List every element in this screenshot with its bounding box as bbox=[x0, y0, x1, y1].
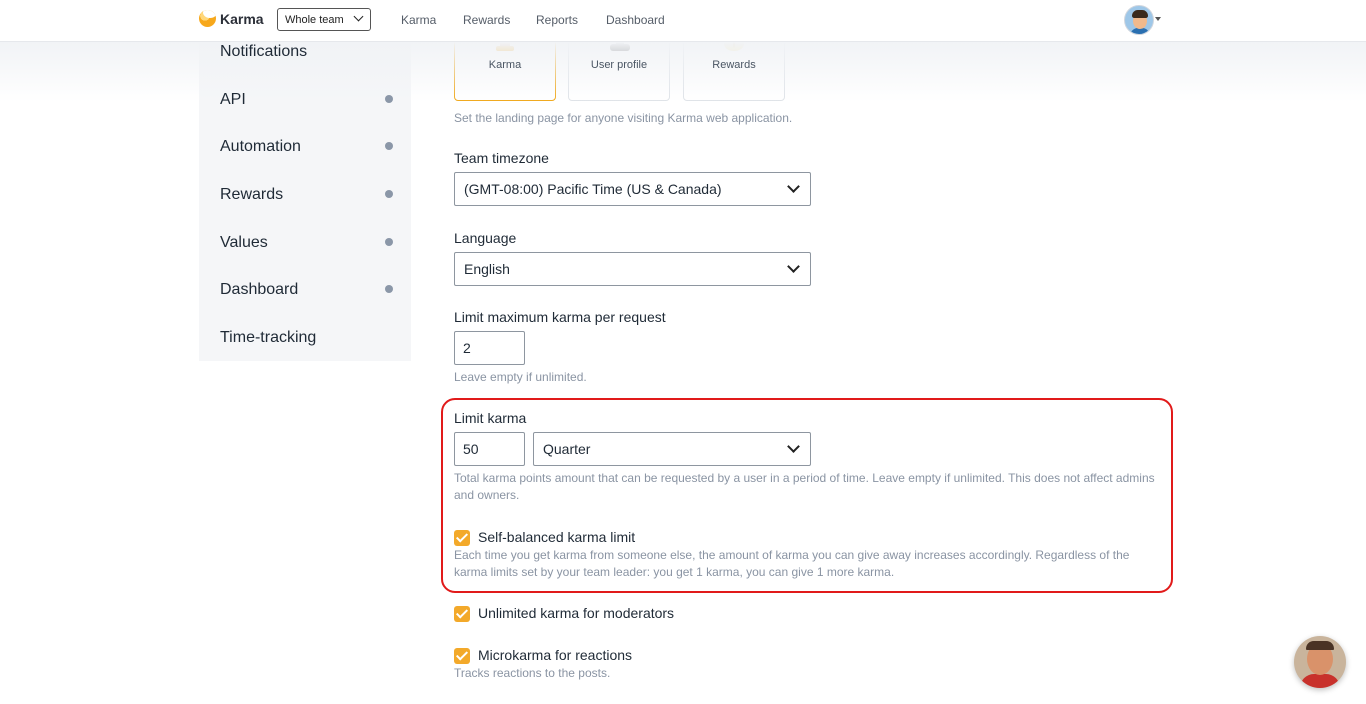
microkarma-help: Tracks reactions to the posts. bbox=[454, 666, 611, 680]
sidebar-item-notifications[interactable]: Notifications bbox=[220, 43, 307, 61]
status-dot-icon bbox=[385, 95, 393, 103]
language-value: English bbox=[464, 261, 510, 277]
sidebar-item-automation[interactable]: Automation bbox=[220, 138, 301, 156]
status-dot-icon bbox=[385, 142, 393, 150]
nav-dashboard[interactable]: Dashboard bbox=[606, 13, 665, 27]
limit-karma-amount-value: 50 bbox=[463, 441, 479, 457]
timezone-label: Team timezone bbox=[454, 150, 549, 166]
self-balanced-help: Each time you get karma from someone els… bbox=[454, 548, 1130, 579]
self-balanced-checkbox[interactable] bbox=[454, 530, 470, 546]
team-select-value: Whole team bbox=[285, 13, 344, 26]
limit-karma-help: Total karma points amount that can be re… bbox=[454, 471, 1155, 502]
microkarma-label: Microkarma for reactions bbox=[478, 647, 633, 663]
karma-logo-icon bbox=[199, 10, 216, 27]
language-select[interactable]: English bbox=[454, 252, 811, 286]
sidebar-item-rewards[interactable]: Rewards bbox=[220, 186, 283, 204]
user-avatar[interactable] bbox=[1124, 5, 1154, 35]
max-per-request-input[interactable]: 2 bbox=[454, 331, 525, 365]
landing-tile-rewards-label: Rewards bbox=[712, 59, 756, 71]
sidebar-item-time-tracking[interactable]: Time-tracking bbox=[220, 329, 316, 347]
chevron-down-icon bbox=[353, 11, 364, 22]
top-navigation-bar: Karma Whole team Karma Rewards Reports D… bbox=[0, 0, 1366, 42]
karma-logo[interactable]: Karma bbox=[199, 10, 264, 27]
language-label: Language bbox=[454, 230, 517, 246]
nav-reports[interactable]: Reports bbox=[536, 13, 578, 27]
limit-karma-label: Limit karma bbox=[454, 410, 527, 426]
landing-page-help: Set the landing page for anyone visiting… bbox=[454, 111, 793, 125]
sidebar-item-values[interactable]: Values bbox=[220, 234, 268, 252]
self-balanced-label: Self-balanced karma limit bbox=[478, 529, 636, 545]
max-per-request-help: Leave empty if unlimited. bbox=[454, 370, 587, 384]
microkarma-checkbox[interactable] bbox=[454, 648, 470, 664]
chevron-down-icon bbox=[787, 180, 800, 193]
landing-tile-karma-label: Karma bbox=[488, 59, 522, 71]
header-shadow bbox=[0, 42, 1366, 102]
nav-rewards[interactable]: Rewards bbox=[463, 13, 510, 27]
limit-karma-period-value: Quarter bbox=[543, 441, 591, 457]
timezone-select[interactable]: (GMT-08:00) Pacific Time (US & Canada) bbox=[454, 172, 811, 206]
team-select[interactable]: Whole team bbox=[277, 8, 371, 31]
limit-karma-period-select[interactable]: Quarter bbox=[533, 432, 811, 466]
timezone-value: (GMT-08:00) Pacific Time (US & Canada) bbox=[464, 181, 722, 197]
chevron-down-icon bbox=[787, 260, 800, 273]
unlimited-moderators-label: Unlimited karma for moderators bbox=[478, 605, 675, 621]
status-dot-icon bbox=[385, 285, 393, 293]
nav-karma[interactable]: Karma bbox=[401, 13, 436, 27]
status-dot-icon bbox=[385, 190, 393, 198]
caret-down-icon[interactable] bbox=[1155, 17, 1161, 21]
max-per-request-label: Limit maximum karma per request bbox=[454, 309, 666, 325]
chevron-down-icon bbox=[787, 440, 800, 453]
landing-tile-user-profile-label: User profile bbox=[590, 59, 648, 71]
support-chat-avatar[interactable] bbox=[1294, 636, 1346, 688]
limit-karma-amount-input[interactable]: 50 bbox=[454, 432, 525, 466]
sidebar-item-dashboard[interactable]: Dashboard bbox=[220, 281, 298, 299]
sidebar-item-api[interactable]: API bbox=[220, 91, 246, 109]
unlimited-moderators-checkbox[interactable] bbox=[454, 606, 470, 622]
logo-text: Karma bbox=[220, 10, 264, 27]
max-per-request-value: 2 bbox=[463, 340, 471, 356]
status-dot-icon bbox=[385, 238, 393, 246]
